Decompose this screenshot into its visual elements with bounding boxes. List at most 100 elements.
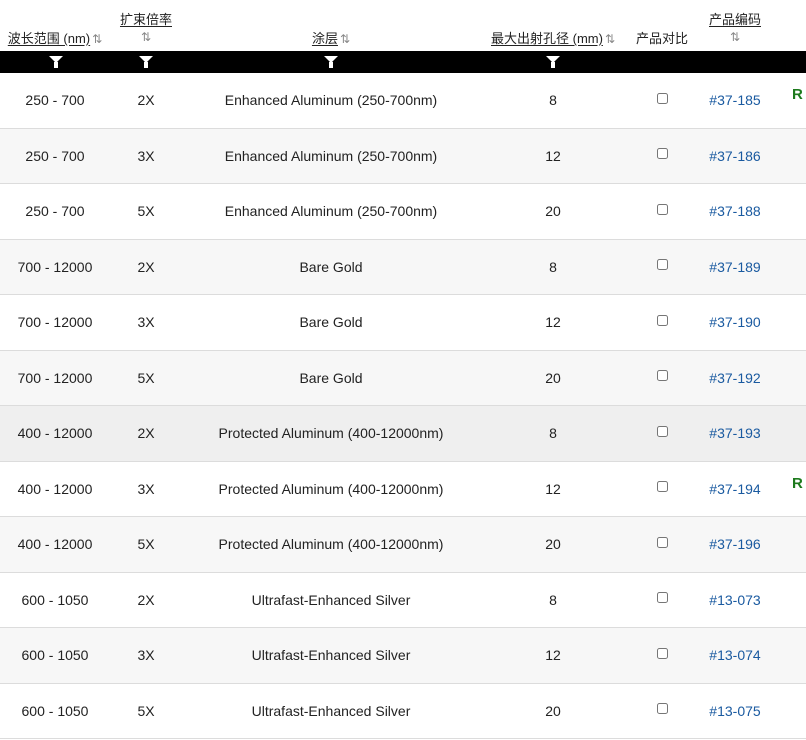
compare-cell bbox=[632, 240, 692, 295]
part-number-cell: #37-196 bbox=[700, 517, 770, 572]
expansion-cell: 3X bbox=[137, 147, 155, 164]
wavelength-cell: 700 - 12000 bbox=[17, 258, 93, 275]
compare-cell bbox=[632, 684, 692, 739]
table-row: 250 - 700 5X Enhanced Aluminum (250-700n… bbox=[0, 184, 806, 240]
part-number-link[interactable]: #37-189 bbox=[709, 259, 760, 275]
compare-checkbox[interactable] bbox=[656, 481, 668, 493]
compare-checkbox[interactable] bbox=[656, 425, 668, 437]
part-number-link[interactable]: #37-194 bbox=[709, 481, 760, 497]
compare-checkbox[interactable] bbox=[656, 148, 668, 160]
filter-funnel-icon[interactable] bbox=[49, 56, 63, 68]
compare-cell bbox=[632, 351, 692, 406]
compare-cell bbox=[632, 73, 692, 128]
part-number-cell: #37-188 bbox=[700, 184, 770, 239]
compare-checkbox[interactable] bbox=[656, 592, 668, 604]
part-number-link[interactable]: #37-192 bbox=[709, 370, 760, 386]
sort-icon[interactable]: ⇅ bbox=[605, 32, 615, 46]
expansion-cell: 2X bbox=[137, 92, 155, 108]
table-row: 250 - 700 3X Enhanced Aluminum (250-700n… bbox=[0, 128, 806, 184]
table-row: 600 - 1050 3X Ultrafast-Enhanced Silver … bbox=[0, 628, 806, 684]
filter-bar bbox=[0, 51, 806, 73]
wavelength-cell: 600 - 1050 bbox=[21, 647, 89, 663]
part-number-link[interactable]: #37-188 bbox=[709, 203, 760, 219]
filter-funnel-icon[interactable] bbox=[324, 56, 338, 68]
wavelength-cell: 400 - 12000 bbox=[17, 536, 93, 552]
expansion-cell: 3X bbox=[137, 480, 155, 497]
coating-cell: Bare Gold bbox=[299, 369, 363, 386]
compare-checkbox[interactable] bbox=[656, 92, 668, 104]
coating-cell: Ultrafast-Enhanced Silver bbox=[251, 647, 411, 663]
table-row: 700 - 12000 5X Bare Gold 20 #37-192 bbox=[0, 350, 806, 406]
coating-cell: Bare Gold bbox=[299, 314, 363, 330]
compare-checkbox[interactable] bbox=[656, 203, 668, 215]
compare-cell bbox=[632, 517, 692, 572]
part-number-link[interactable]: #37-185 bbox=[709, 92, 760, 108]
aperture-cell: 12 bbox=[545, 647, 561, 663]
filter-funnel-icon[interactable] bbox=[546, 56, 560, 68]
aperture-cell: 8 bbox=[549, 92, 557, 108]
table-row: 700 - 12000 2X Bare Gold 8 #37-189 bbox=[0, 239, 806, 295]
compare-cell bbox=[632, 184, 692, 239]
wavelength-cell: 250 - 700 bbox=[25, 92, 85, 108]
expansion-cell: 2X bbox=[137, 425, 155, 441]
expansion-cell: 3X bbox=[137, 314, 155, 330]
compare-checkbox[interactable] bbox=[656, 703, 668, 715]
aperture-cell: 20 bbox=[545, 536, 561, 552]
expansion-cell: 5X bbox=[137, 536, 155, 552]
part-number-link[interactable]: #37-193 bbox=[709, 425, 760, 441]
coating-cell: Protected Aluminum (400-12000nm) bbox=[218, 536, 444, 552]
expansion-cell: 2X bbox=[137, 591, 155, 608]
part-number-link[interactable]: #13-075 bbox=[709, 703, 760, 719]
expansion-cell: 2X bbox=[137, 258, 155, 275]
expansion-cell: 5X bbox=[137, 702, 155, 719]
compare-cell bbox=[632, 573, 692, 628]
sort-icon[interactable]: ⇅ bbox=[92, 32, 102, 46]
aperture-cell: 12 bbox=[545, 147, 561, 164]
part-number-link[interactable]: #13-073 bbox=[709, 592, 760, 608]
header-aperture[interactable]: 最大出射孔径 (mm) ⇅ bbox=[484, 30, 622, 48]
header-part-number[interactable]: 产品编码 ⇅ bbox=[700, 11, 770, 45]
extra-cell: R bbox=[792, 86, 803, 103]
part-number-link[interactable]: #37-196 bbox=[709, 536, 760, 552]
wavelength-cell: 700 - 12000 bbox=[17, 369, 93, 386]
header-expansion-label: 扩束倍率 bbox=[119, 12, 172, 27]
sort-icon[interactable]: ⇅ bbox=[118, 29, 174, 45]
part-number-link[interactable]: #37-186 bbox=[709, 148, 760, 164]
table-row: 400 - 12000 2X Protected Aluminum (400-1… bbox=[0, 406, 806, 462]
part-number-cell: #37-185 bbox=[700, 73, 770, 128]
table-row: 400 - 12000 5X Protected Aluminum (400-1… bbox=[0, 517, 806, 573]
table-row: 700 - 12000 3X Bare Gold 12 #37-190 bbox=[0, 295, 806, 351]
expansion-cell: 5X bbox=[137, 203, 155, 219]
coating-cell: Protected Aluminum (400-12000nm) bbox=[218, 425, 444, 441]
filter-funnel-icon[interactable] bbox=[139, 56, 153, 68]
compare-checkbox[interactable] bbox=[656, 314, 668, 326]
compare-cell bbox=[632, 406, 692, 461]
header-expansion[interactable]: 扩束倍率 ⇅ bbox=[118, 11, 174, 45]
compare-cell bbox=[632, 295, 692, 350]
coating-cell: Enhanced Aluminum (250-700nm) bbox=[224, 92, 438, 108]
compare-checkbox[interactable] bbox=[656, 536, 668, 548]
compare-checkbox[interactable] bbox=[656, 647, 668, 659]
part-number-cell: #37-193 bbox=[700, 406, 770, 461]
compare-checkbox[interactable] bbox=[656, 259, 668, 271]
header-wavelength[interactable]: 波长范围 (nm) ⇅ bbox=[0, 30, 110, 48]
part-number-cell: #13-073 bbox=[700, 573, 770, 628]
sort-icon[interactable]: ⇅ bbox=[700, 29, 770, 45]
header-coating[interactable]: 涂层 ⇅ bbox=[180, 30, 482, 48]
sort-icon[interactable]: ⇅ bbox=[340, 32, 350, 46]
aperture-cell: 20 bbox=[545, 702, 561, 719]
part-number-link[interactable]: #13-074 bbox=[709, 647, 760, 663]
part-number-link[interactable]: #37-190 bbox=[709, 314, 760, 330]
part-number-cell: #37-189 bbox=[700, 240, 770, 295]
wavelength-cell: 600 - 1050 bbox=[21, 702, 89, 719]
part-number-cell: #37-192 bbox=[700, 351, 770, 406]
part-number-cell: #37-186 bbox=[700, 129, 770, 184]
coating-cell: Bare Gold bbox=[299, 258, 363, 275]
compare-checkbox[interactable] bbox=[656, 370, 668, 382]
header-part-number-label: 产品编码 bbox=[708, 12, 761, 27]
table-body: 250 - 700 2X Enhanced Aluminum (250-700n… bbox=[0, 73, 806, 739]
wavelength-cell: 250 - 700 bbox=[25, 147, 85, 164]
aperture-cell: 8 bbox=[549, 425, 557, 441]
table-row: 400 - 12000 3X Protected Aluminum (400-1… bbox=[0, 462, 806, 517]
aperture-cell: 20 bbox=[545, 203, 561, 219]
